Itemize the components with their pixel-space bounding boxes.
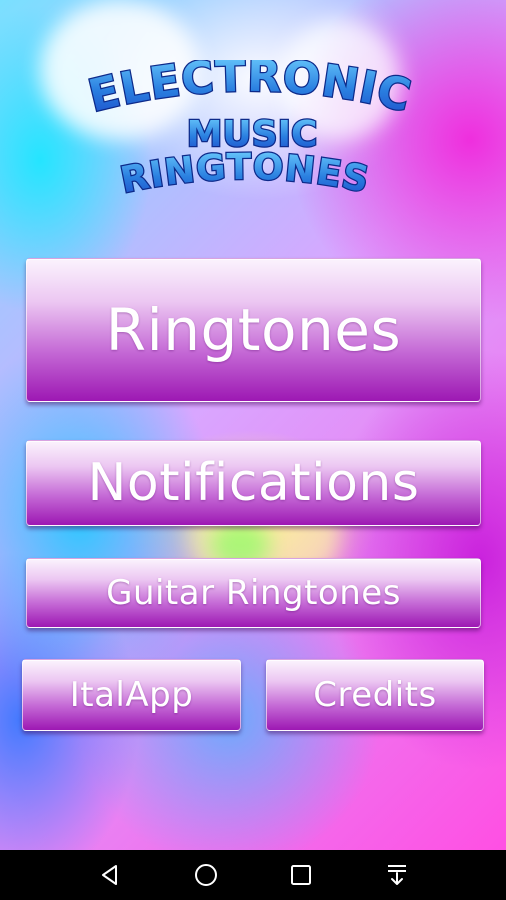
ringtones-button[interactable]: Ringtones	[26, 258, 481, 402]
italapp-button-label: ItalApp	[69, 675, 194, 715]
svg-text:ELECTRONIC: ELECTRONIC	[84, 60, 416, 122]
notifications-button[interactable]: Notifications	[26, 440, 481, 526]
notifications-button-label: Notifications	[87, 453, 420, 513]
credits-button-label: Credits	[313, 675, 437, 715]
nav-recents-button[interactable]	[271, 850, 331, 900]
android-navigation-bar	[0, 850, 506, 900]
credits-button[interactable]: Credits	[266, 659, 484, 731]
guitar-ringtones-button-label: Guitar Ringtones	[106, 573, 401, 613]
home-icon	[195, 864, 217, 886]
nav-home-button[interactable]	[176, 850, 236, 900]
download-icon	[388, 865, 406, 885]
app-logo: ELECTRONIC MUSIC RINGTONES	[0, 60, 506, 220]
back-icon	[102, 865, 117, 885]
ringtones-button-label: Ringtones	[105, 296, 402, 364]
nav-notification-shade-button[interactable]	[367, 850, 427, 900]
logo-line-3: RINGTONES	[116, 146, 373, 203]
italapp-button[interactable]: ItalApp	[22, 659, 241, 731]
logo-line-1: ELECTRONIC	[83, 60, 417, 124]
app-screen: ELECTRONIC MUSIC RINGTONES Ringtones Not…	[0, 0, 506, 850]
svg-text:RINGTONES: RINGTONES	[117, 147, 373, 202]
recents-icon	[291, 865, 311, 885]
nav-back-button[interactable]	[80, 850, 140, 900]
guitar-ringtones-button[interactable]: Guitar Ringtones	[26, 558, 481, 628]
